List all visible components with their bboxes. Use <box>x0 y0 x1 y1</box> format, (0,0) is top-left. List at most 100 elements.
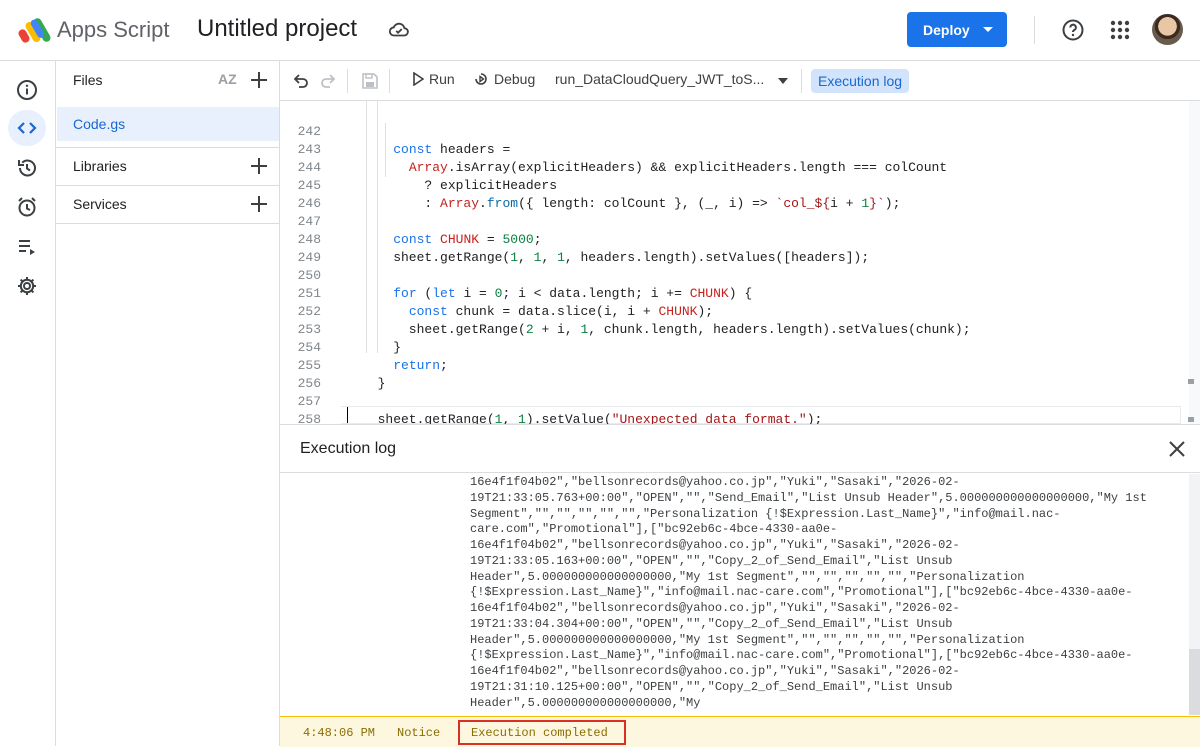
libraries-row[interactable]: Libraries <box>56 147 279 185</box>
info-icon <box>17 80 37 100</box>
code-line: 256 <box>280 357 1188 391</box>
code-line: 248 sheet.getRange(1, 1, 1, headers.leng… <box>280 213 1188 265</box>
editor-scrollbar[interactable] <box>1189 101 1200 424</box>
log-line: {!$Expression.Last_Name}","info@mail.nac… <box>470 648 1133 663</box>
run-button[interactable]: Run <box>412 71 455 87</box>
left-rail <box>0 61 56 746</box>
log-line: 16e4f1f04b02","bellsonrecords@yahoo.co.j… <box>470 475 960 489</box>
debug-button[interactable]: Debug <box>473 71 535 87</box>
log-line: 16e4f1f04b02","bellsonrecords@yahoo.co.j… <box>470 538 960 552</box>
help-icon[interactable] <box>1061 18 1085 42</box>
apps-script-logo[interactable] <box>18 15 52 45</box>
add-service-icon[interactable] <box>249 194 269 214</box>
debug-icon <box>475 73 487 85</box>
alarm-icon <box>18 197 36 217</box>
code-line: 249 <box>280 231 1188 265</box>
code-line: 243 Array.isArray(explicitHeaders) && ex… <box>280 123 1188 175</box>
divider <box>56 223 279 224</box>
execution-completed-message: Execution completed <box>458 720 626 745</box>
chevron-down-icon <box>983 27 993 32</box>
play-icon <box>413 72 424 86</box>
files-title: Files <box>73 72 103 88</box>
editor-button[interactable] <box>8 110 46 146</box>
code-line: 253 } <box>280 303 1188 355</box>
log-line: 16e4f1f04b02","bellsonrecords@yahoo.co.j… <box>470 664 960 678</box>
editor-toolbar: Run Debug run_DataCloudQuery_JWT_toS... … <box>280 61 1200 101</box>
project-title[interactable]: Untitled project <box>197 15 357 43</box>
execution-log-button[interactable]: Execution log <box>811 69 910 93</box>
project-settings-button[interactable] <box>8 268 46 304</box>
history-icon <box>18 159 36 177</box>
divider <box>347 69 348 93</box>
log-line: care.com","Promotional"],["bc92eb6c-4bce… <box>470 522 838 537</box>
log-level: Notice <box>397 726 441 740</box>
function-select[interactable]: run_DataCloudQuery_JWT_toS... <box>555 71 764 87</box>
log-timestamp: 4:48:06 PM <box>303 726 376 740</box>
redo-icon[interactable] <box>319 72 337 90</box>
log-line: 19T21:33:05.163+00:00","OPEN","","Copy_2… <box>470 553 953 568</box>
log-header: Execution log <box>280 425 1200 473</box>
code-line: 252 sheet.getRange(2 + i, 1, chunk.lengt… <box>280 285 1188 337</box>
log-scrollbar-thumb[interactable] <box>1189 649 1200 715</box>
code-line: 254 return; <box>280 321 1188 373</box>
chevron-down-icon[interactable] <box>778 78 788 84</box>
code-icon <box>17 122 37 134</box>
log-line: 16e4f1f04b02","bellsonrecords@yahoo.co.j… <box>470 601 960 615</box>
debug-label: Debug <box>494 71 536 87</box>
log-line: Header",5.000000000000000000,"My 1st Seg… <box>470 569 1025 584</box>
divider <box>801 69 802 93</box>
code-line: 245 : Array.from({ length: colCount }, (… <box>280 159 1188 211</box>
services-row[interactable]: Services <box>56 185 279 223</box>
run-label: Run <box>429 71 455 87</box>
code-line: 246 <box>280 177 1188 211</box>
log-line: 19T21:31:10.125+00:00","OPEN","","Copy_2… <box>470 679 953 694</box>
code-editor[interactable]: 242 const headers = 243 Array.isArray(ex… <box>280 101 1200 424</box>
undo-icon[interactable] <box>292 72 310 90</box>
code-line: 250 for (let i = 0; i < data.length; i +… <box>280 249 1188 301</box>
sort-az-icon[interactable]: AZ <box>218 71 237 87</box>
deploy-button[interactable]: Deploy <box>907 12 1007 47</box>
close-icon[interactable] <box>1167 439 1187 459</box>
avatar[interactable] <box>1152 14 1183 45</box>
code-line: 244 ? explicitHeaders <box>280 141 1188 193</box>
triggers-button[interactable] <box>8 189 46 225</box>
scrollbar-marker <box>1188 379 1194 384</box>
divider <box>389 69 390 93</box>
divider <box>1034 16 1035 44</box>
log-line: 19T21:33:04.304+00:00","OPEN","","Copy_2… <box>470 616 953 631</box>
execution-log-panel: Execution log 16e4f1f04b02","bellsonreco… <box>280 424 1200 747</box>
code-line: 247 const CHUNK = 5000; <box>280 195 1188 247</box>
google-apps-icon[interactable] <box>1109 19 1131 41</box>
gear-icon <box>18 277 36 295</box>
scrollbar-marker <box>1188 417 1194 422</box>
files-panel: Files AZ Code.gs Libraries Services <box>56 61 280 746</box>
log-line: Header",5.000000000000000000,"My <box>470 695 701 710</box>
executions-button[interactable] <box>8 229 46 265</box>
services-label: Services <box>73 196 127 212</box>
deploy-label: Deploy <box>923 21 970 38</box>
code-line: 259 } <box>280 407 1188 424</box>
overview-button[interactable] <box>8 72 46 108</box>
top-bar: Apps Script Untitled project Deploy <box>0 0 1200 61</box>
log-line: {!$Expression.Last_Name}","info@mail.nac… <box>470 585 1133 600</box>
add-file-icon[interactable] <box>249 70 269 90</box>
file-code-gs[interactable]: Code.gs <box>57 107 279 141</box>
text-cursor <box>347 407 348 423</box>
log-output: 16e4f1f04b02","bellsonrecords@yahoo.co.j… <box>470 475 1150 711</box>
cloud-saved-icon <box>388 22 409 37</box>
add-library-icon[interactable] <box>249 156 269 176</box>
code-line: 257 sheet.getRange(1, 1).setValue("Unexp… <box>280 375 1188 424</box>
files-header: Files AZ <box>56 61 279 99</box>
log-title: Execution log <box>300 440 397 457</box>
log-line: 19T21:33:05.763+00:00","OPEN","","Send_E… <box>470 490 1147 505</box>
code-line: 255 } <box>280 339 1188 391</box>
log-line: Segment","","","","","","Personalization… <box>470 506 1061 521</box>
log-line: Header",5.000000000000000000,"My 1st Seg… <box>470 632 1025 647</box>
save-icon[interactable] <box>361 72 379 90</box>
libraries-label: Libraries <box>73 158 127 174</box>
log-notice-row: 4:48:06 PM Notice Execution completed <box>280 716 1200 747</box>
project-history-button[interactable] <box>8 150 46 186</box>
code-line: 242 const headers = <box>280 105 1188 157</box>
app-name[interactable]: Apps Script <box>57 17 170 43</box>
executions-icon <box>19 240 35 255</box>
